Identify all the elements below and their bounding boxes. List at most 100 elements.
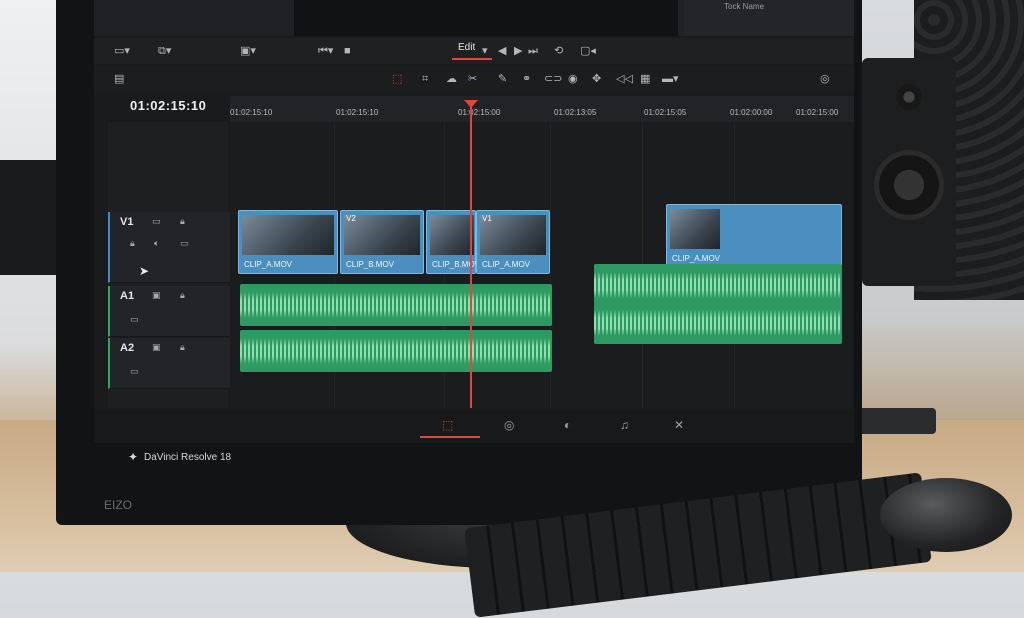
transport-toolbar: ▭▾ ⧉▾ ▣▾ ⏮▾ ■ Edit ▾ ◀ ▶ ⏭ ⟲ ▢◂ (94, 38, 854, 64)
viewer-area: Tock Name (94, 0, 854, 36)
monitor-layout-icon[interactable]: ▭▾ (114, 44, 130, 58)
track-label: A1 (120, 290, 135, 302)
track-header-v1[interactable]: V1 ▭ 🔒︎ 🔒︎ 🔈︎ ▭ (108, 212, 230, 283)
video-clip[interactable]: V2 CLIP_B.MOV (340, 210, 424, 274)
audio-track-icon[interactable]: ▭ (130, 314, 139, 325)
clip-name: CLIP_B.MOV (346, 260, 395, 269)
inspector-field-label: Tock Name (724, 2, 765, 11)
inspector-panel (684, 0, 854, 36)
camera-icon[interactable]: ▢◂ (580, 44, 596, 58)
lock-icon[interactable]: 🔒︎ (180, 290, 185, 301)
computer-mouse (880, 478, 1012, 552)
ruler-tick: 01:02:00:00 (730, 108, 773, 117)
side-monitor (0, 160, 62, 275)
viewer-preview (294, 0, 678, 36)
play-icon[interactable]: ▶ (514, 44, 522, 58)
link-icon[interactable]: ⚭ (522, 72, 531, 86)
ruler-tick: 01:02:15:10 (336, 108, 379, 117)
move-icon[interactable]: ✥ (592, 72, 601, 86)
audio-clip-a2[interactable] (594, 302, 842, 344)
stop-icon[interactable]: ■ (344, 44, 351, 58)
track-header-a2[interactable]: A2 ▣ 🔒︎ ▭ (108, 338, 230, 389)
window-layout-icon[interactable]: ⧉▾ (158, 44, 171, 58)
track-label: A2 (120, 342, 135, 354)
monitor-icon[interactable]: ▭ (180, 238, 189, 249)
edit-tools-toolbar: ▤ ⬚ ⌗ ☁ ✂ ✎ ⚭ ⊂⊃ ◉ ✥ ◁◁ ▦ ▬▾ ◎ (94, 66, 854, 92)
track-toggle-icon[interactable]: ▭ (152, 216, 161, 227)
app-brand: DaVinci Resolve 18 (144, 452, 232, 463)
clip-name: CLIP_A.MOV (482, 260, 531, 269)
trim-icon[interactable]: ⌗ (422, 72, 428, 86)
edit-mode-indicator (452, 58, 492, 60)
video-clip[interactable]: CLIP_B.MOV (426, 210, 480, 274)
deliver-page-icon[interactable]: ✕ (674, 418, 684, 432)
blade-icon[interactable]: ✂ (468, 72, 477, 86)
clip-track-tag: V1 (482, 214, 492, 223)
jump-start-icon[interactable]: ⏮▾ (318, 44, 333, 58)
track-label: V1 (120, 216, 134, 228)
audio-waveform (240, 292, 552, 318)
mode-chevron-icon[interactable]: ▾ (482, 44, 488, 58)
ruler-tick: 01:02:15:00 (796, 108, 839, 117)
clip-thumbnail (430, 215, 474, 255)
clip-name: CLIP_A.MOV (244, 260, 293, 269)
resolve-logo-icon: ✦ (128, 450, 139, 464)
active-page-indicator (420, 436, 480, 438)
flag-icon[interactable]: ▬▾ (662, 72, 679, 86)
play-reverse-icon[interactable]: ◀ (498, 44, 506, 58)
jump-end-icon[interactable]: ⏭ (528, 44, 538, 58)
lock-icon[interactable]: 🔒︎ (180, 216, 185, 227)
clip-thumbnail (242, 215, 334, 255)
clip-thumbnail (670, 209, 720, 249)
video-clip[interactable]: CLIP_A.MOV (238, 210, 338, 274)
selection-mode-icon[interactable]: ⬚ (392, 72, 402, 86)
audio-waveform (594, 272, 842, 298)
page-navigation-bar: ⬚ ◎ ◐ ♫ ✕ (94, 410, 854, 443)
audio-clip-a2[interactable] (240, 330, 552, 372)
snap-icon[interactable]: ⊂⊃ (544, 72, 562, 86)
video-clip[interactable]: CLIP_A.MOV (666, 204, 842, 268)
track-header-a1[interactable]: A1 ▣ 🔒︎ ▭ (108, 286, 230, 337)
speaker-tweeter (896, 84, 922, 110)
audio-waveform (594, 310, 842, 336)
audio-track-icon[interactable]: ▭ (130, 366, 139, 377)
resolve-screen: Tock Name ▭▾ ⧉▾ ▣▾ ⏮▾ ■ Edit ▾ ◀ ▶ ⏭ ⟲ ▢… (94, 0, 854, 443)
solo-icon[interactable]: ▣ (152, 342, 161, 353)
fairlight-page-icon[interactable]: ♫ (620, 418, 629, 432)
lock-icon[interactable]: 🔒︎ (130, 238, 135, 249)
timeline-ruler[interactable]: 01:02:15:10 01:02:15:10 01:02:15:00 01:0… (230, 96, 854, 123)
speaker-woofer (874, 150, 944, 220)
loop-icon[interactable]: ⟲ (554, 44, 563, 58)
edit-mode-label[interactable]: Edit (458, 42, 475, 53)
dynamic-trim-icon[interactable]: ☁ (446, 72, 457, 86)
ruler-tick: 01:02:13:05 (554, 108, 597, 117)
clip-name: CLIP_B.MOV (432, 260, 481, 269)
viewer-mode-icon[interactable]: ▣▾ (240, 44, 256, 58)
clip-name: CLIP_A.MOV (672, 254, 721, 263)
edit-page-icon[interactable]: ⬚ (442, 418, 453, 432)
video-clip[interactable]: V1 CLIP_A.MOV (476, 210, 550, 274)
clip-track-tag: V2 (346, 214, 356, 223)
monitor-logo: EIZO (104, 498, 133, 512)
audio-clip-a1[interactable] (240, 284, 552, 326)
audio-waveform (240, 338, 552, 364)
lock-icon[interactable]: 🔒︎ (180, 342, 185, 353)
timeline-timecode: 01:02:15:10 (130, 98, 207, 113)
zoom-out-icon[interactable]: ◎ (820, 72, 830, 86)
grid-icon[interactable]: ▦ (640, 72, 650, 86)
speaker-icon[interactable]: 🔈︎ (154, 238, 159, 249)
ruler-tick: 01:02:15:00 (458, 108, 501, 117)
audio-clip-a1[interactable] (594, 264, 842, 306)
timeline-view-icon[interactable]: ▤ (114, 72, 124, 86)
mouse-pointer-icon: ➤ (139, 264, 150, 278)
ruler-tick: 01:02:15:10 (230, 108, 273, 117)
ruler-tick: 01:02:15:05 (644, 108, 687, 117)
color-page-icon[interactable]: ◐ (564, 418, 571, 432)
marker-icon[interactable]: ◉ (568, 72, 578, 86)
playhead[interactable] (470, 102, 472, 408)
audio-icon[interactable]: ◁◁ (616, 72, 633, 86)
fusion-page-icon[interactable]: ◎ (504, 418, 514, 432)
solo-icon[interactable]: ▣ (152, 290, 161, 301)
pen-icon[interactable]: ✎ (498, 72, 507, 86)
studio-speaker (862, 58, 956, 286)
